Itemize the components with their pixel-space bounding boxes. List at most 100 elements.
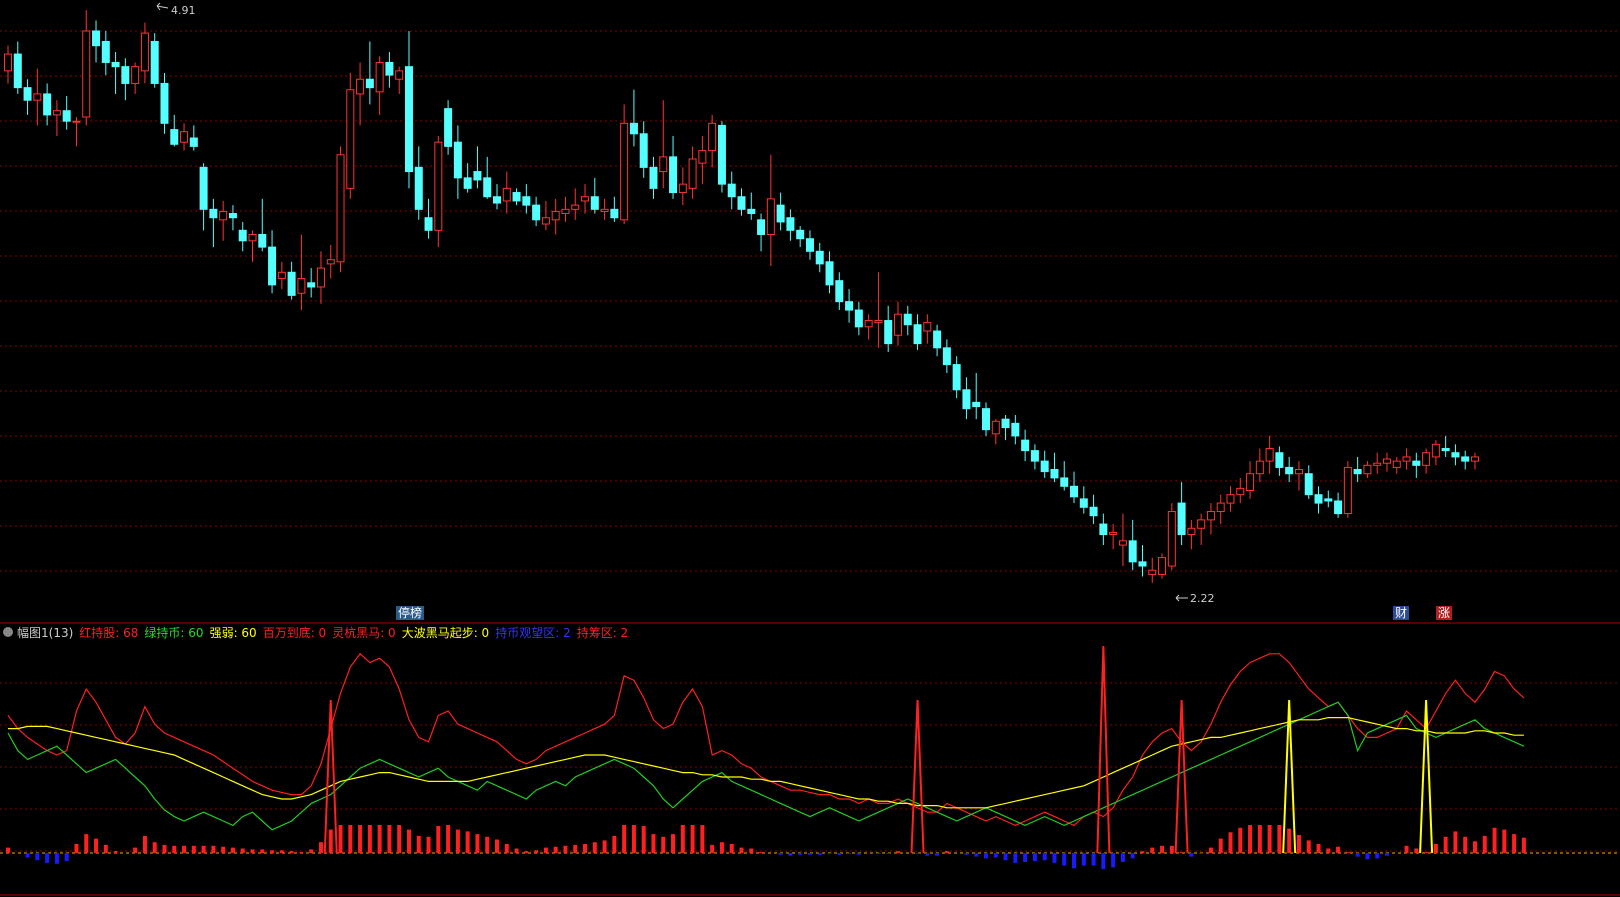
hist-bar: [1257, 825, 1262, 853]
hist-bar: [876, 853, 881, 854]
hist-bar: [1306, 840, 1311, 853]
candle-body: [815, 250, 824, 265]
candle-body: [698, 150, 707, 164]
signal-spike: [1174, 699, 1189, 854]
candle-body: [375, 61, 384, 93]
candle-body: [453, 141, 462, 179]
candle-body: [1128, 540, 1137, 563]
candle-body: [845, 301, 854, 311]
hist-bar: [837, 853, 842, 855]
hist-bar: [1160, 845, 1165, 853]
candle-body: [532, 204, 541, 221]
candle-body: [1402, 456, 1411, 462]
hist-bar: [1072, 853, 1077, 869]
hist-bar: [318, 842, 323, 853]
candle-body: [776, 204, 785, 223]
hist-bar: [1375, 853, 1380, 859]
indicator-grid: [0, 682, 1620, 854]
hist-bar: [1052, 853, 1057, 863]
indicator-histogram: [6, 825, 1526, 870]
candle-body: [1197, 519, 1206, 529]
hist-bar: [592, 842, 597, 853]
legend-dabo: 大波黑马起步: 0: [401, 625, 490, 640]
candle-body: [92, 30, 101, 47]
hist-bar: [485, 836, 490, 853]
candle-body: [356, 78, 365, 95]
marker-cai[interactable]: 财: [1393, 606, 1410, 620]
hist-bar: [1433, 844, 1438, 853]
candle-body: [326, 259, 335, 265]
hist-bar: [925, 853, 930, 856]
candle-body: [473, 171, 482, 181]
hist-bar: [710, 844, 715, 853]
candle-body: [1216, 502, 1225, 512]
candle-body: [1236, 487, 1245, 496]
candle-body: [404, 66, 413, 173]
candle-body: [463, 177, 472, 189]
hist-bar: [807, 853, 812, 855]
hist-bar: [847, 853, 852, 854]
candle-body: [72, 120, 81, 123]
hist-bar: [142, 835, 147, 853]
candle-body: [150, 40, 159, 84]
hist-bar: [1502, 829, 1507, 853]
candle-body: [365, 78, 374, 89]
hist-bar: [377, 825, 382, 853]
candle-body: [43, 93, 52, 116]
candle-body: [893, 313, 902, 336]
candle-body: [1451, 452, 1460, 458]
candle-body: [522, 196, 531, 206]
candle-body: [1304, 473, 1313, 496]
hist-bar: [680, 825, 685, 853]
hist-bar: [211, 845, 216, 853]
hist-bar: [1414, 848, 1419, 853]
hist-bar: [612, 835, 617, 853]
hist-bar: [221, 846, 226, 853]
hist-bar: [406, 829, 411, 853]
signal-spike: [1419, 699, 1434, 854]
hist-bar: [573, 844, 578, 853]
hist-bar: [348, 825, 353, 853]
hist-bar: [1521, 837, 1526, 853]
candle-body: [180, 131, 189, 143]
candle-body: [434, 141, 443, 231]
hist-bar: [631, 825, 636, 853]
candle-body: [385, 61, 394, 76]
candle-body: [541, 217, 550, 225]
hist-bar: [182, 845, 187, 853]
hist-bar: [1248, 825, 1253, 853]
hist-bar: [1443, 836, 1448, 853]
candle-body: [903, 313, 912, 326]
candle-body: [639, 133, 648, 168]
hist-bar: [162, 844, 167, 853]
marker-tingbang[interactable]: 停榜: [396, 606, 425, 620]
marker-zhang[interactable]: 涨: [1436, 606, 1453, 620]
candle-body: [1187, 527, 1196, 536]
hist-bar: [387, 825, 392, 853]
candle-body: [1040, 460, 1049, 473]
candle-body: [1412, 460, 1421, 466]
candle-body: [620, 122, 629, 221]
candle-body: [991, 420, 1000, 435]
indicator-line-2: [8, 716, 1524, 809]
candle-body: [864, 320, 873, 328]
hist-bar: [1463, 836, 1468, 853]
candle-body: [727, 183, 736, 198]
candlestick-series: [4, 10, 1479, 583]
hist-bar: [260, 849, 265, 853]
collapse-icon[interactable]: [3, 627, 13, 637]
hist-bar: [240, 848, 245, 853]
candle-body: [1030, 450, 1039, 462]
candle-body: [13, 53, 22, 89]
candle-body: [1109, 531, 1118, 536]
hist-bar: [1081, 853, 1086, 866]
hist-bar: [1208, 847, 1213, 853]
candle-body: [1060, 477, 1069, 487]
candle-body: [4, 53, 12, 72]
candle-body: [336, 154, 345, 263]
candle-body: [1265, 448, 1274, 462]
hist-bar: [309, 849, 314, 853]
candle-body: [1099, 523, 1108, 536]
hist-bar: [1355, 853, 1360, 857]
low-arrow-icon: [1175, 594, 1188, 602]
